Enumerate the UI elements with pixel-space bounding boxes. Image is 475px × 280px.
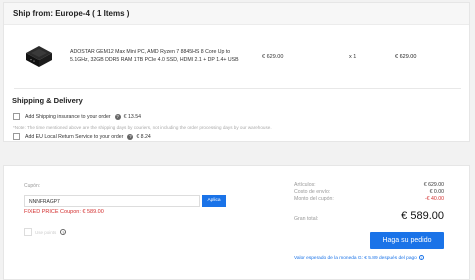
- shipping-insurance-option[interactable]: Add Shipping insurance to your order ? €…: [13, 113, 141, 120]
- points-checkbox[interactable]: [24, 228, 32, 236]
- local-return-option[interactable]: Add EU Local Return Service to your orde…: [13, 133, 151, 140]
- expected-g-coin-value: Valor esperado de la moneda G: € 5.89 de…: [294, 255, 424, 261]
- summary-shipping-row: Costo de envío: € 0.00: [294, 189, 444, 195]
- shipping-delivery-title: Shipping & Delivery: [12, 96, 83, 105]
- summary-coupon-row: Monto del cupón: -€ 40.00: [294, 196, 444, 202]
- grand-total-row: Gran total: € 589.00: [294, 210, 444, 222]
- coupon-amount-value: -€ 40.00: [424, 196, 444, 202]
- shipping-cost-label: Costo de envío:: [294, 189, 331, 195]
- shipment-title: Ship from: Europe-4 ( 1 Items ): [13, 9, 130, 18]
- mini-pc-image[interactable]: [22, 39, 56, 73]
- expected-g-coin-text: Valor esperado de la moneda G: € 5.89 de…: [294, 256, 417, 261]
- apply-coupon-button[interactable]: Aplica: [202, 195, 226, 207]
- coupon-fixed-price: FIXED PRICE Coupon: € 589.00: [24, 209, 104, 215]
- product-total: € 629.00: [395, 54, 417, 60]
- shipping-cost-value: € 0.00: [429, 189, 444, 195]
- shipment-card: Ship from: Europe-4 ( 1 Items ) ADOSTAR …: [3, 2, 470, 142]
- points-label: Use points: [35, 229, 57, 235]
- checkout-summary-card: Cupón: NNNFRAGP7 Aplica FIXED PRICE Coup…: [3, 165, 470, 280]
- grand-total-value: € 589.00: [401, 210, 444, 222]
- points-option[interactable]: Use points ?: [24, 228, 67, 236]
- shipping-insurance-price: € 13.54: [123, 113, 141, 120]
- product-name[interactable]: ADOSTAR GEM12 Max Mini PC, AMD Ryzen 7 8…: [70, 48, 250, 64]
- local-return-price: € 8.24: [136, 133, 151, 140]
- divider: [14, 88, 461, 89]
- place-order-button[interactable]: Haga su pedido: [370, 232, 444, 249]
- local-return-checkbox[interactable]: [13, 133, 20, 140]
- grand-total-label: Gran total:: [294, 216, 319, 222]
- question-icon[interactable]: ?: [60, 229, 67, 235]
- articles-value: € 629.00: [423, 182, 444, 188]
- shipping-note: *Note: The time mentioned above are the …: [13, 125, 272, 130]
- local-return-label: Add EU Local Return Service to your orde…: [25, 133, 124, 140]
- product-quantity: x 1: [349, 54, 357, 60]
- articles-label: Artículos:: [294, 182, 316, 188]
- summary-articles-row: Artículos: € 629.00: [294, 182, 444, 188]
- info-icon[interactable]: i: [418, 255, 424, 260]
- coupon-amount-label: Monto del cupón:: [294, 196, 334, 202]
- product-row: ADOSTAR GEM12 Max Mini PC, AMD Ryzen 7 8…: [4, 31, 469, 83]
- coupon-input[interactable]: NNNFRAGP7: [24, 195, 200, 207]
- coupon-label: Cupón:: [24, 183, 41, 189]
- shipment-header: Ship from: Europe-4 ( 1 Items ): [4, 3, 469, 25]
- shipping-insurance-checkbox[interactable]: [13, 113, 20, 120]
- question-icon[interactable]: ?: [114, 113, 121, 120]
- product-unit-price: € 629.00: [262, 54, 284, 60]
- shipping-insurance-label: Add Shipping insurance to your order: [25, 113, 111, 120]
- question-icon[interactable]: ?: [127, 133, 134, 140]
